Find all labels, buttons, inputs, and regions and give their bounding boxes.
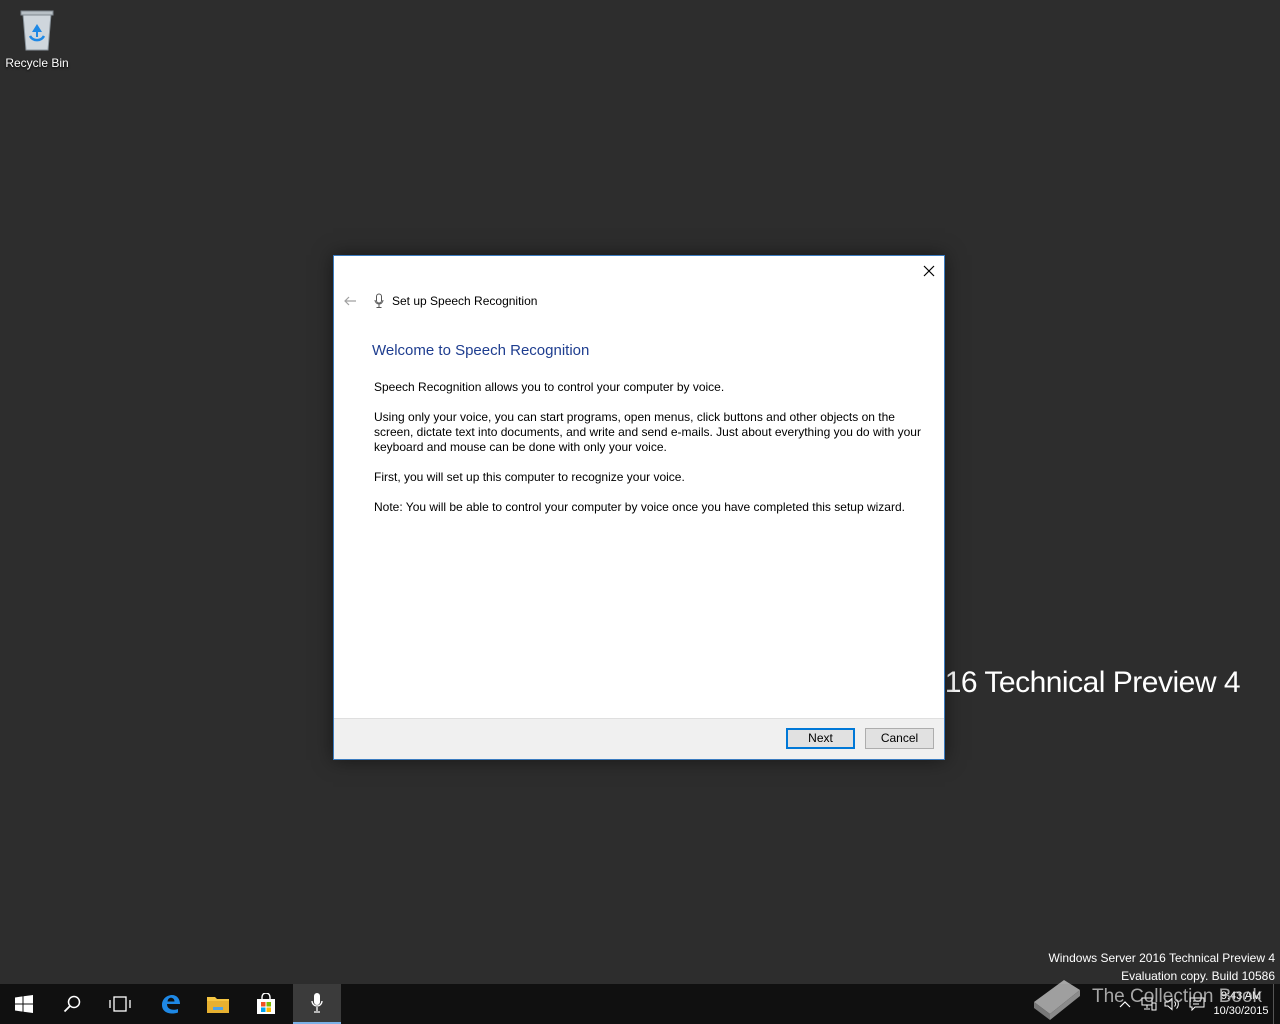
- search-button[interactable]: [48, 984, 96, 1024]
- cancel-button[interactable]: Cancel: [865, 728, 934, 749]
- taskbar-store[interactable]: [242, 984, 290, 1024]
- paragraph-capabilities: Using only your voice, you can start pro…: [374, 410, 921, 454]
- close-icon: [923, 265, 935, 277]
- chevron-up-icon: [1119, 1001, 1131, 1008]
- taskbar: 9:43 AM 10/30/2015: [0, 984, 1280, 1024]
- watermark-line-1: Windows Server 2016 Technical Preview 4: [1048, 951, 1275, 965]
- wallpaper-brand-text: 016 Technical Preview 4: [928, 666, 1241, 699]
- volume-icon: [1164, 997, 1179, 1011]
- recycle-bin-label: Recycle Bin: [5, 56, 69, 70]
- show-hidden-icons-button[interactable]: [1113, 984, 1137, 1024]
- taskbar-clock[interactable]: 9:43 AM 10/30/2015: [1209, 989, 1273, 1019]
- paragraph-intro: Speech Recognition allows you to control…: [374, 380, 725, 394]
- volume-button[interactable]: [1161, 984, 1185, 1024]
- next-button[interactable]: Next: [786, 728, 855, 749]
- wizard-footer: Next Cancel: [334, 718, 944, 759]
- wizard-body: Speech Recognition allows you to control…: [374, 380, 924, 530]
- close-button[interactable]: [918, 260, 940, 282]
- show-desktop-button[interactable]: [1273, 984, 1280, 1024]
- task-view-button[interactable]: [96, 984, 144, 1024]
- back-arrow-icon: [344, 296, 356, 306]
- network-button[interactable]: [1137, 984, 1161, 1024]
- network-icon: [1141, 997, 1157, 1011]
- desktop: Recycle Bin 016 Technical Preview 4 Wind…: [0, 0, 1280, 984]
- search-icon: [63, 995, 81, 1013]
- clock-time: 9:43 AM: [1220, 990, 1262, 1002]
- wizard-title: Set up Speech Recognition: [392, 294, 538, 308]
- edge-icon: [162, 995, 180, 1014]
- paragraph-note: Note: You will be able to control your c…: [374, 500, 905, 514]
- start-button[interactable]: [0, 984, 48, 1024]
- back-button[interactable]: [342, 293, 358, 309]
- file-explorer-icon: [207, 997, 229, 1013]
- paragraph-first-step: First, you will set up this computer to …: [374, 470, 685, 484]
- start-icon: [15, 995, 33, 1013]
- page-heading: Welcome to Speech Recognition: [372, 342, 590, 359]
- desktop-icon-recycle-bin[interactable]: Recycle Bin: [4, 6, 70, 76]
- speech-recognition-wizard: Set up Speech Recognition Welcome to Spe…: [333, 255, 945, 760]
- store-icon: [257, 993, 275, 1014]
- watermark-line-2: Evaluation copy. Build 10586: [1121, 969, 1275, 983]
- system-tray: 9:43 AM 10/30/2015: [1113, 984, 1280, 1024]
- action-center-button[interactable]: [1185, 984, 1209, 1024]
- task-view-icon: [109, 996, 131, 1012]
- microphone-icon: [372, 293, 386, 309]
- taskbar-file-explorer[interactable]: [194, 984, 242, 1024]
- os-watermark: Windows Server 2016 Technical Preview 4 …: [1048, 949, 1275, 984]
- taskbar-speech-recognition[interactable]: [293, 984, 341, 1024]
- recycle-bin-icon: [17, 6, 57, 52]
- microphone-icon: [311, 993, 323, 1013]
- wizard-nav: Set up Speech Recognition: [342, 291, 537, 311]
- action-center-icon: [1189, 997, 1205, 1011]
- taskbar-edge[interactable]: [146, 984, 194, 1024]
- clock-date: 10/30/2015: [1213, 1005, 1269, 1017]
